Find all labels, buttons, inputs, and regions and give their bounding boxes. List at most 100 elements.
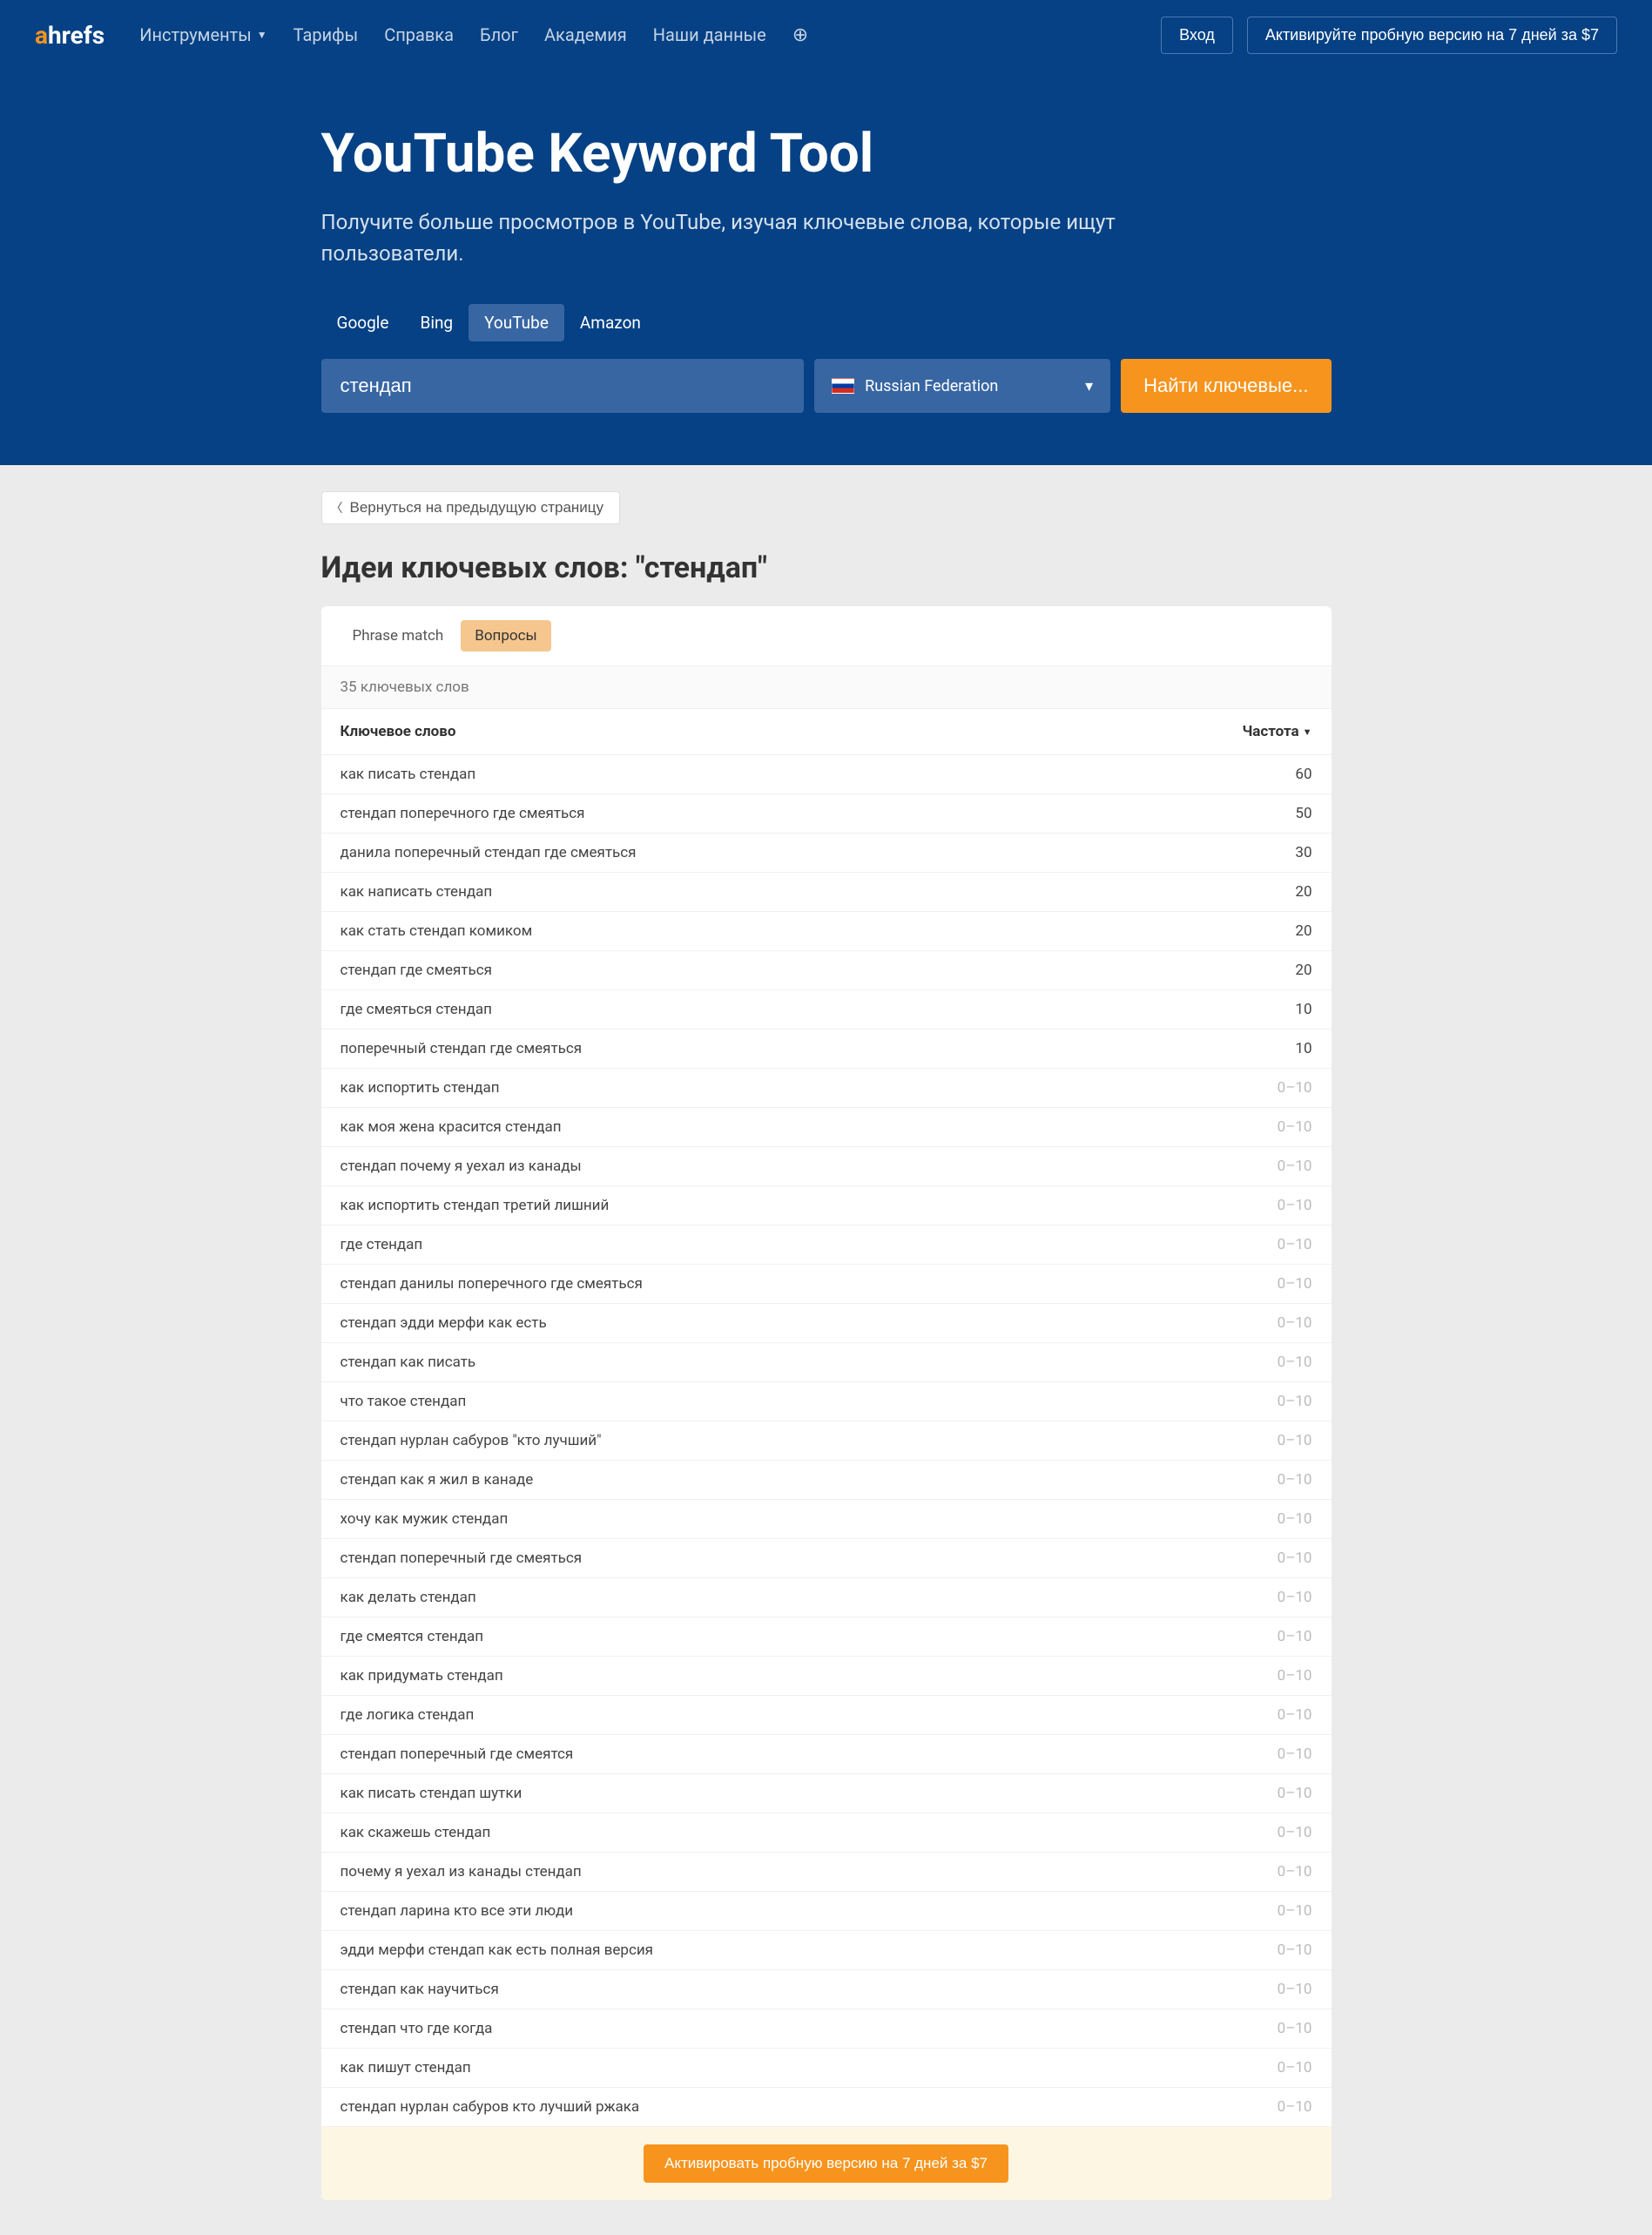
table-row[interactable]: как написать стендап20 bbox=[321, 873, 1332, 912]
nav-pricing[interactable]: Тарифы bbox=[293, 24, 359, 45]
table-row[interactable]: эдди мерфи стендап как есть полная верси… bbox=[321, 1931, 1332, 1970]
table-row[interactable]: стендап как научиться0–10 bbox=[321, 1970, 1332, 2009]
tab-bing[interactable]: Bing bbox=[404, 304, 469, 341]
volume-cell: 0–10 bbox=[1208, 1236, 1312, 1253]
table-row[interactable]: где стендап0–10 bbox=[321, 1226, 1332, 1265]
login-button[interactable]: Вход bbox=[1161, 17, 1233, 54]
results-panel: Phrase match Вопросы 35 ключевых слов Кл… bbox=[321, 606, 1332, 2200]
filter-questions[interactable]: Вопросы bbox=[461, 620, 550, 652]
table-row[interactable]: как скажешь стендап0–10 bbox=[321, 1813, 1332, 1853]
table-row[interactable]: как испортить стендап третий лишний0–10 bbox=[321, 1186, 1332, 1226]
table-row[interactable]: как делать стендап0–10 bbox=[321, 1578, 1332, 1617]
keyword-input[interactable] bbox=[321, 359, 805, 413]
table-row[interactable]: как испортить стендап0–10 bbox=[321, 1069, 1332, 1108]
keyword-cell: как моя жена красится стендап bbox=[341, 1118, 1208, 1136]
back-button[interactable]: 〈 Вернуться на предыдущую страницу bbox=[321, 491, 621, 524]
nav-blog[interactable]: Блог bbox=[480, 24, 518, 45]
table-row[interactable]: стендап как писать0–10 bbox=[321, 1343, 1332, 1382]
volume-cell: 0–10 bbox=[1208, 1471, 1312, 1489]
search-engine-tabs: Google Bing YouTube Amazon bbox=[321, 304, 1332, 341]
volume-cell: 0–10 bbox=[1208, 1314, 1312, 1332]
volume-cell: 50 bbox=[1208, 805, 1312, 822]
table-row[interactable]: стендап поперечного где смеяться50 bbox=[321, 794, 1332, 834]
table-header: Ключевое слово Частота ▼ bbox=[321, 709, 1332, 755]
logo-rest: hrefs bbox=[48, 21, 105, 50]
table-row[interactable]: как моя жена красится стендап0–10 bbox=[321, 1108, 1332, 1147]
volume-cell: 0–10 bbox=[1208, 1824, 1312, 1841]
volume-cell: 0–10 bbox=[1208, 1354, 1312, 1371]
keyword-cell: как испортить стендап третий лишний bbox=[341, 1197, 1208, 1214]
table-row[interactable]: как стать стендап комиком20 bbox=[321, 912, 1332, 951]
tab-youtube[interactable]: YouTube bbox=[469, 304, 564, 341]
nav-data[interactable]: Наши данные bbox=[653, 24, 766, 45]
table-row[interactable]: поперечный стендап где смеяться10 bbox=[321, 1030, 1332, 1069]
volume-cell: 20 bbox=[1208, 962, 1312, 979]
volume-cell: 0–10 bbox=[1208, 1158, 1312, 1175]
volume-cell: 0–10 bbox=[1208, 1628, 1312, 1645]
table-row[interactable]: как писать стендап шутки0–10 bbox=[321, 1774, 1332, 1813]
table-row[interactable]: стендап данилы поперечного где смеяться0… bbox=[321, 1265, 1332, 1304]
table-row[interactable]: где логика стендап0–10 bbox=[321, 1696, 1332, 1735]
volume-cell: 0–10 bbox=[1208, 1863, 1312, 1881]
keyword-cell: стендап поперечный где смеяться bbox=[341, 1550, 1208, 1567]
results-title: Идеи ключевых слов: "стендап" bbox=[321, 550, 1332, 585]
keyword-cell: как испортить стендап bbox=[341, 1079, 1208, 1097]
volume-cell: 10 bbox=[1208, 1040, 1312, 1057]
country-select[interactable]: Russian Federation ▾ bbox=[814, 359, 1110, 413]
keyword-cell: хочу как мужик стендап bbox=[341, 1510, 1208, 1528]
nav-help[interactable]: Справка bbox=[384, 24, 454, 45]
table-row[interactable]: стендап нурлан сабуров "кто лучший"0–10 bbox=[321, 1421, 1332, 1461]
nav-tools[interactable]: Инструменты ▼ bbox=[139, 24, 266, 45]
table-row[interactable]: стендап поперечный где смеятся0–10 bbox=[321, 1735, 1332, 1774]
table-row[interactable]: где смеяться стендап10 bbox=[321, 990, 1332, 1030]
main-nav: Инструменты ▼ Тарифы Справка Блог Академ… bbox=[139, 24, 1161, 46]
table-row[interactable]: стендап нурлан сабуров кто лучший ржака0… bbox=[321, 2088, 1332, 2127]
column-keyword[interactable]: Ключевое слово bbox=[341, 723, 1208, 740]
table-row[interactable]: стендап где смеяться20 bbox=[321, 951, 1332, 990]
table-row[interactable]: как пишут стендап0–10 bbox=[321, 2049, 1332, 2088]
table-row[interactable]: что такое стендап0–10 bbox=[321, 1382, 1332, 1421]
table-row[interactable]: где смеятся стендап0–10 bbox=[321, 1617, 1332, 1657]
table-row[interactable]: данила поперечный стендап где смеяться30 bbox=[321, 834, 1332, 873]
tab-amazon[interactable]: Amazon bbox=[564, 304, 657, 341]
table-row[interactable]: почему я уехал из канады стендап0–10 bbox=[321, 1853, 1332, 1892]
search-button[interactable]: Найти ключевые... bbox=[1121, 359, 1331, 413]
table-row[interactable]: стендап что где когда0–10 bbox=[321, 2009, 1332, 2049]
table-row[interactable]: как придумать стендап0–10 bbox=[321, 1657, 1332, 1696]
results-count: 35 ключевых слов bbox=[321, 666, 1332, 709]
table-body: как писать стендап60стендап поперечного … bbox=[321, 755, 1332, 2127]
tab-google[interactable]: Google bbox=[321, 304, 405, 341]
hero-section: YouTube Keyword Tool Получите больше про… bbox=[0, 70, 1652, 465]
table-row[interactable]: стендап как я жил в канаде0–10 bbox=[321, 1461, 1332, 1500]
keyword-cell: как пишут стендап bbox=[341, 2059, 1208, 2076]
trial-button[interactable]: Активируйте пробную версию на 7 дней за … bbox=[1247, 17, 1617, 54]
volume-cell: 0–10 bbox=[1208, 2020, 1312, 2037]
keyword-cell: где стендап bbox=[341, 1236, 1208, 1253]
table-row[interactable]: хочу как мужик стендап0–10 bbox=[321, 1500, 1332, 1539]
table-row[interactable]: стендап ларина кто все эти люди0–10 bbox=[321, 1892, 1332, 1931]
keyword-cell: стендап что где когда bbox=[341, 2020, 1208, 2037]
language-icon[interactable]: ⊕ bbox=[792, 24, 808, 46]
filter-phrase-match[interactable]: Phrase match bbox=[339, 620, 458, 652]
chevron-down-icon: ▼ bbox=[257, 29, 267, 41]
table-row[interactable]: стендап эдди мерфи как есть0–10 bbox=[321, 1304, 1332, 1343]
volume-cell: 20 bbox=[1208, 922, 1312, 940]
volume-cell: 0–10 bbox=[1208, 1550, 1312, 1567]
table-row[interactable]: стендап почему я уехал из канады0–10 bbox=[321, 1147, 1332, 1186]
sort-desc-icon: ▼ bbox=[1303, 726, 1312, 738]
keyword-cell: как скажешь стендап bbox=[341, 1824, 1208, 1841]
volume-cell: 0–10 bbox=[1208, 1079, 1312, 1097]
keyword-cell: стендап нурлан сабуров кто лучший ржака bbox=[341, 2098, 1208, 2116]
cta-trial-button[interactable]: Активировать пробную версию на 7 дней за… bbox=[644, 2144, 1008, 2183]
keyword-cell: стендап эдди мерфи как есть bbox=[341, 1314, 1208, 1332]
table-row[interactable]: как писать стендап60 bbox=[321, 755, 1332, 794]
keyword-cell: стендап как научиться bbox=[341, 1981, 1208, 1998]
nav-academy[interactable]: Академия bbox=[544, 24, 627, 45]
volume-cell: 0–10 bbox=[1208, 1510, 1312, 1528]
search-row: Russian Federation ▾ Найти ключевые... bbox=[321, 359, 1332, 413]
logo[interactable]: ahrefs bbox=[35, 21, 105, 50]
table-row[interactable]: стендап поперечный где смеяться0–10 bbox=[321, 1539, 1332, 1578]
column-volume[interactable]: Частота ▼ bbox=[1208, 723, 1312, 740]
keyword-cell: почему я уехал из канады стендап bbox=[341, 1863, 1208, 1881]
volume-cell: 0–10 bbox=[1208, 1275, 1312, 1293]
